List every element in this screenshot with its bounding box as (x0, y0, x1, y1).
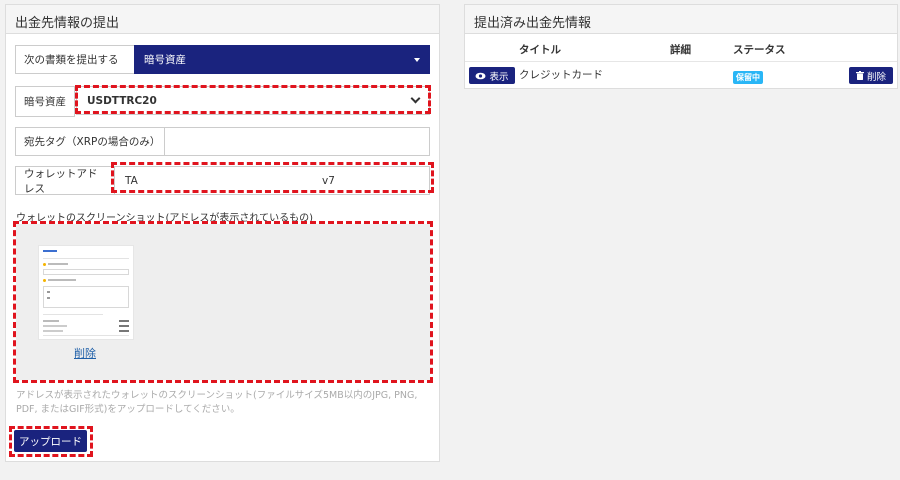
submit-withdrawal-panel: 出金先情報の提出 次の書類を提出する 暗号資産 暗号資産 USDTTRC20 宛… (5, 4, 440, 462)
crypto-label: 暗号資産 (15, 86, 75, 117)
highlight-screenshot (13, 221, 433, 383)
view-label: 表示 (489, 71, 509, 83)
dest-tag-input[interactable] (164, 127, 430, 156)
status-badge: 保留中 (733, 71, 763, 84)
highlight-crypto (75, 85, 431, 114)
col-title: タイトル (519, 44, 561, 56)
doc-type-label: 次の書類を提出する (15, 45, 135, 74)
delete-button[interactable]: 削除 (849, 67, 893, 84)
highlight-upload-button (9, 426, 93, 457)
caret-down-icon (414, 57, 420, 62)
view-button[interactable]: 表示 (469, 67, 515, 84)
delete-label: 削除 (866, 71, 886, 83)
dest-tag-label: 宛先タグ（XRPの場合のみ） (15, 127, 165, 156)
wallet-label: ウォレットアドレス (15, 166, 115, 195)
col-detail: 詳細 (670, 44, 691, 56)
table-row: 表示 クレジットカード 保留中 削除 (465, 61, 897, 89)
submitted-withdrawal-panel: 提出済み出金先情報 タイトル 詳細 ステータス 表示 クレジットカード 保留中 … (464, 4, 898, 89)
eye-icon (475, 72, 486, 79)
trash-icon (855, 71, 864, 80)
highlight-wallet (111, 162, 434, 193)
upload-help-text: アドレスが表示されたウォレットのスクリーンショット(ファイルサイズ5MB以内のJ… (16, 390, 418, 415)
doc-type-value: 暗号資産 (144, 54, 186, 66)
panel-title: 提出済み出金先情報 (465, 5, 897, 34)
panel-title: 出金先情報の提出 (6, 5, 439, 34)
doc-type-select[interactable]: 暗号資産 (134, 45, 430, 74)
col-status: ステータス (733, 44, 786, 56)
row-title: クレジットカード (519, 69, 603, 81)
